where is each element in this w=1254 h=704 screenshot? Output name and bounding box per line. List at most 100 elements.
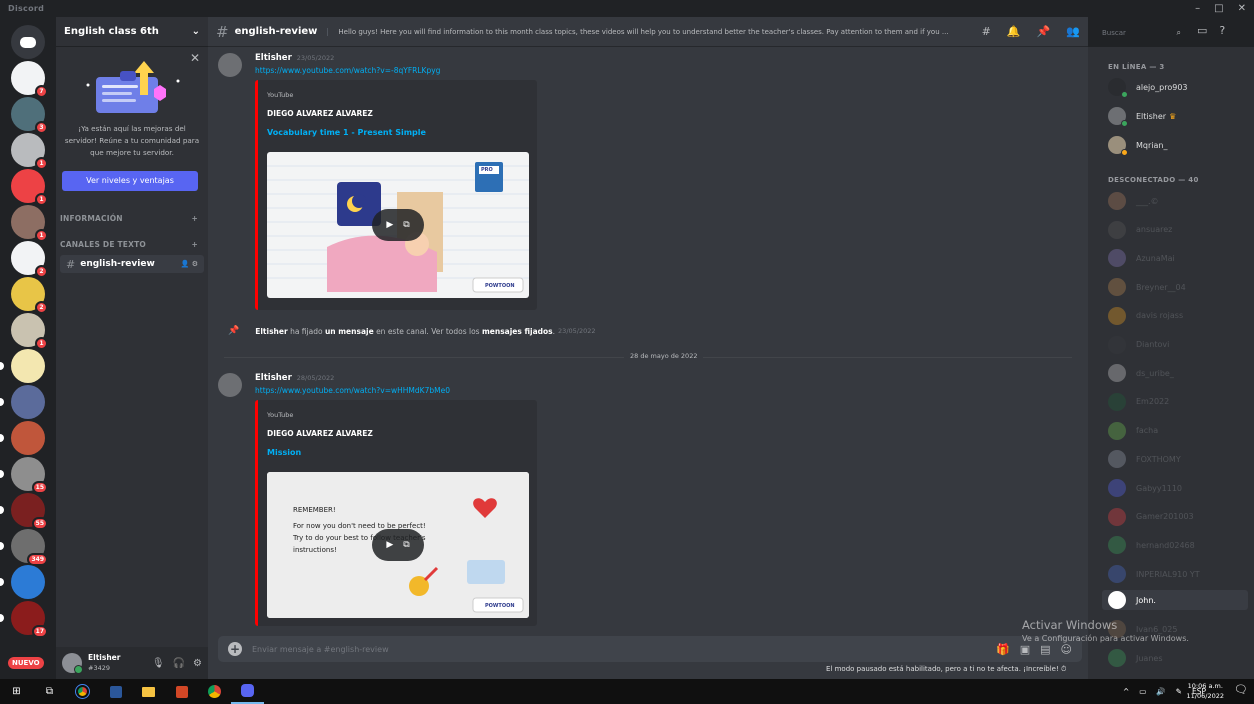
pin-author[interactable]: Eltisher bbox=[255, 327, 287, 336]
close-window-button[interactable]: ✕ bbox=[1238, 3, 1246, 14]
avatar[interactable] bbox=[62, 653, 83, 674]
message-input[interactable] bbox=[252, 644, 997, 654]
server-header[interactable]: English class 6th ⌄ bbox=[56, 17, 208, 47]
member-item[interactable]: Gabyy1110 bbox=[1108, 478, 1182, 498]
discord-icon[interactable] bbox=[231, 679, 264, 704]
message-author[interactable]: Eltisher bbox=[255, 373, 292, 383]
server-icon[interactable] bbox=[11, 349, 45, 383]
notification-icon[interactable]: 🗨 bbox=[1234, 683, 1248, 696]
server-icon[interactable] bbox=[11, 565, 45, 599]
bell-icon[interactable]: 🔔 bbox=[1007, 25, 1021, 38]
embed-provider[interactable]: YouTube bbox=[267, 91, 293, 99]
server-icon[interactable]: 17 bbox=[11, 601, 48, 638]
minimize-button[interactable]: – bbox=[1195, 3, 1200, 14]
member-item[interactable]: ___.© bbox=[1108, 191, 1159, 211]
member-item[interactable]: Mqrian_ bbox=[1108, 135, 1167, 156]
server-icon[interactable]: 1 bbox=[11, 133, 48, 170]
add-channel-icon[interactable]: + bbox=[192, 240, 198, 249]
server-icon[interactable]: 2 bbox=[11, 277, 48, 314]
start-icon[interactable]: ⊞ bbox=[0, 679, 33, 704]
server-icon[interactable]: 2 bbox=[11, 241, 48, 278]
member-item[interactable]: Diantovi bbox=[1108, 335, 1169, 355]
embed-author[interactable]: DIEGO ALVAREZ ALVAREZ bbox=[267, 109, 373, 118]
play-button[interactable]: ▶ ⧉ bbox=[372, 529, 424, 561]
embed-title[interactable]: Mission bbox=[267, 448, 301, 457]
server-icon[interactable]: 1 bbox=[11, 205, 48, 242]
server-icon[interactable]: 349 bbox=[11, 529, 48, 566]
member-item[interactable]: ansuarez bbox=[1108, 220, 1172, 240]
embed-provider[interactable]: YouTube bbox=[267, 411, 293, 419]
server-icon[interactable] bbox=[11, 421, 45, 455]
category-info[interactable]: INFORMACIÓN + bbox=[56, 214, 208, 223]
channel-item-english-review[interactable]: # english-review 👤 ⚙ bbox=[60, 255, 204, 273]
help-icon[interactable]: ? bbox=[1219, 24, 1225, 37]
pinned-messages-link[interactable]: mensajes fijados bbox=[482, 327, 553, 336]
server-icon[interactable]: 1 bbox=[11, 169, 48, 206]
inbox-icon[interactable]: ▭ bbox=[1197, 24, 1207, 37]
server-icon[interactable]: 15 bbox=[11, 457, 48, 494]
clock[interactable]: 10:06 a.m. 11/06/2022 bbox=[1187, 681, 1224, 701]
server-icon[interactable]: 3 bbox=[11, 97, 48, 134]
chevron-down-icon[interactable]: ⌄ bbox=[192, 26, 200, 37]
pen-icon[interactable]: ✎ bbox=[1176, 687, 1182, 696]
microphone-icon[interactable]: 🎙 bbox=[152, 658, 165, 669]
headphones-icon[interactable]: 🎧 bbox=[173, 658, 185, 669]
member-item[interactable]: Juanes bbox=[1108, 648, 1163, 668]
close-icon[interactable]: ✕ bbox=[190, 51, 200, 65]
server-icon[interactable]: 1 bbox=[11, 313, 48, 350]
add-channel-icon[interactable]: + bbox=[192, 214, 198, 223]
attach-plus-icon[interactable]: + bbox=[228, 642, 242, 656]
member-item[interactable]: AzunaMai bbox=[1108, 248, 1175, 268]
chrome-icon[interactable] bbox=[198, 679, 231, 704]
video-thumbnail[interactable]: REMEMBER! For now you don't need to be p… bbox=[267, 472, 529, 618]
member-item[interactable]: Gamer201003 bbox=[1108, 507, 1194, 527]
server-icon[interactable]: 55 bbox=[11, 493, 48, 530]
member-item[interactable]: davis rojass bbox=[1108, 306, 1183, 326]
threads-icon[interactable]: # bbox=[982, 25, 991, 38]
avatar[interactable] bbox=[218, 53, 242, 77]
message-link[interactable]: https://www.youtube.com/watch?v=-8qYFRLK… bbox=[255, 66, 440, 75]
embed-title[interactable]: Vocabulary time 1 - Present Simple bbox=[267, 128, 426, 137]
avatar[interactable] bbox=[218, 373, 242, 397]
member-item[interactable]: Em2022 bbox=[1108, 392, 1169, 412]
gear-icon[interactable]: ⚙ bbox=[193, 658, 202, 669]
search-input[interactable]: Buscar ⌕ bbox=[1096, 25, 1186, 41]
member-item[interactable]: John. bbox=[1102, 590, 1248, 610]
play-button[interactable]: ▶ ⧉ bbox=[372, 209, 424, 241]
channel-settings-icon[interactable]: 👤 ⚙ bbox=[181, 260, 198, 268]
server-icon[interactable]: 7 bbox=[11, 61, 48, 98]
sticker-icon[interactable]: ▤ bbox=[1040, 643, 1050, 656]
task-view-icon[interactable]: ⧉ bbox=[33, 679, 66, 704]
embed-author[interactable]: DIEGO ALVAREZ ALVAREZ bbox=[267, 429, 373, 438]
pin-icon[interactable]: 📌 bbox=[1037, 25, 1051, 38]
member-item[interactable]: alejo_pro903 bbox=[1108, 77, 1188, 98]
member-item[interactable]: Breyner__04 bbox=[1108, 277, 1186, 297]
maximize-button[interactable]: □ bbox=[1214, 3, 1223, 14]
category-text-channels[interactable]: CANALES DE TEXTO + bbox=[56, 240, 208, 249]
network-icon[interactable]: ▭ bbox=[1139, 687, 1146, 696]
file-explorer-icon[interactable] bbox=[132, 679, 165, 704]
word-icon[interactable] bbox=[99, 679, 132, 704]
chevron-up-icon[interactable]: ^ bbox=[1123, 687, 1129, 696]
pin-message-link[interactable]: un mensaje bbox=[325, 327, 374, 336]
discord-home-icon[interactable] bbox=[11, 25, 45, 59]
member-item[interactable]: Eltisher ♛ bbox=[1108, 106, 1176, 127]
member-item[interactable]: FOXTHOMY bbox=[1108, 449, 1181, 469]
view-boost-levels-button[interactable]: Ver niveles y ventajas bbox=[62, 171, 198, 191]
message-link[interactable]: https://www.youtube.com/watch?v=wHHMdK7b… bbox=[255, 386, 450, 395]
chrome-icon[interactable] bbox=[66, 679, 99, 704]
emoji-icon[interactable]: ☺ bbox=[1061, 643, 1072, 656]
volume-icon[interactable]: 🔊 bbox=[1156, 687, 1165, 696]
member-item[interactable]: facha bbox=[1108, 421, 1158, 441]
gift-icon[interactable]: 🎁 bbox=[996, 643, 1010, 656]
member-item[interactable]: ds_uribe_ bbox=[1108, 363, 1174, 383]
message-author[interactable]: Eltisher bbox=[255, 53, 292, 63]
member-item[interactable]: hernand02468 bbox=[1108, 535, 1195, 555]
video-thumbnail[interactable]: PRO POWTOON ▶ ⧉ bbox=[267, 152, 529, 298]
server-icon[interactable] bbox=[11, 385, 45, 419]
gif-icon[interactable]: ▣ bbox=[1020, 643, 1030, 656]
powerpoint-icon[interactable] bbox=[165, 679, 198, 704]
channel-topic[interactable]: Hello guys! Here you will find informati… bbox=[327, 27, 971, 36]
member-item[interactable]: INPERIAL910 YT bbox=[1108, 564, 1200, 584]
member-list-icon[interactable]: 👥 bbox=[1066, 25, 1080, 38]
